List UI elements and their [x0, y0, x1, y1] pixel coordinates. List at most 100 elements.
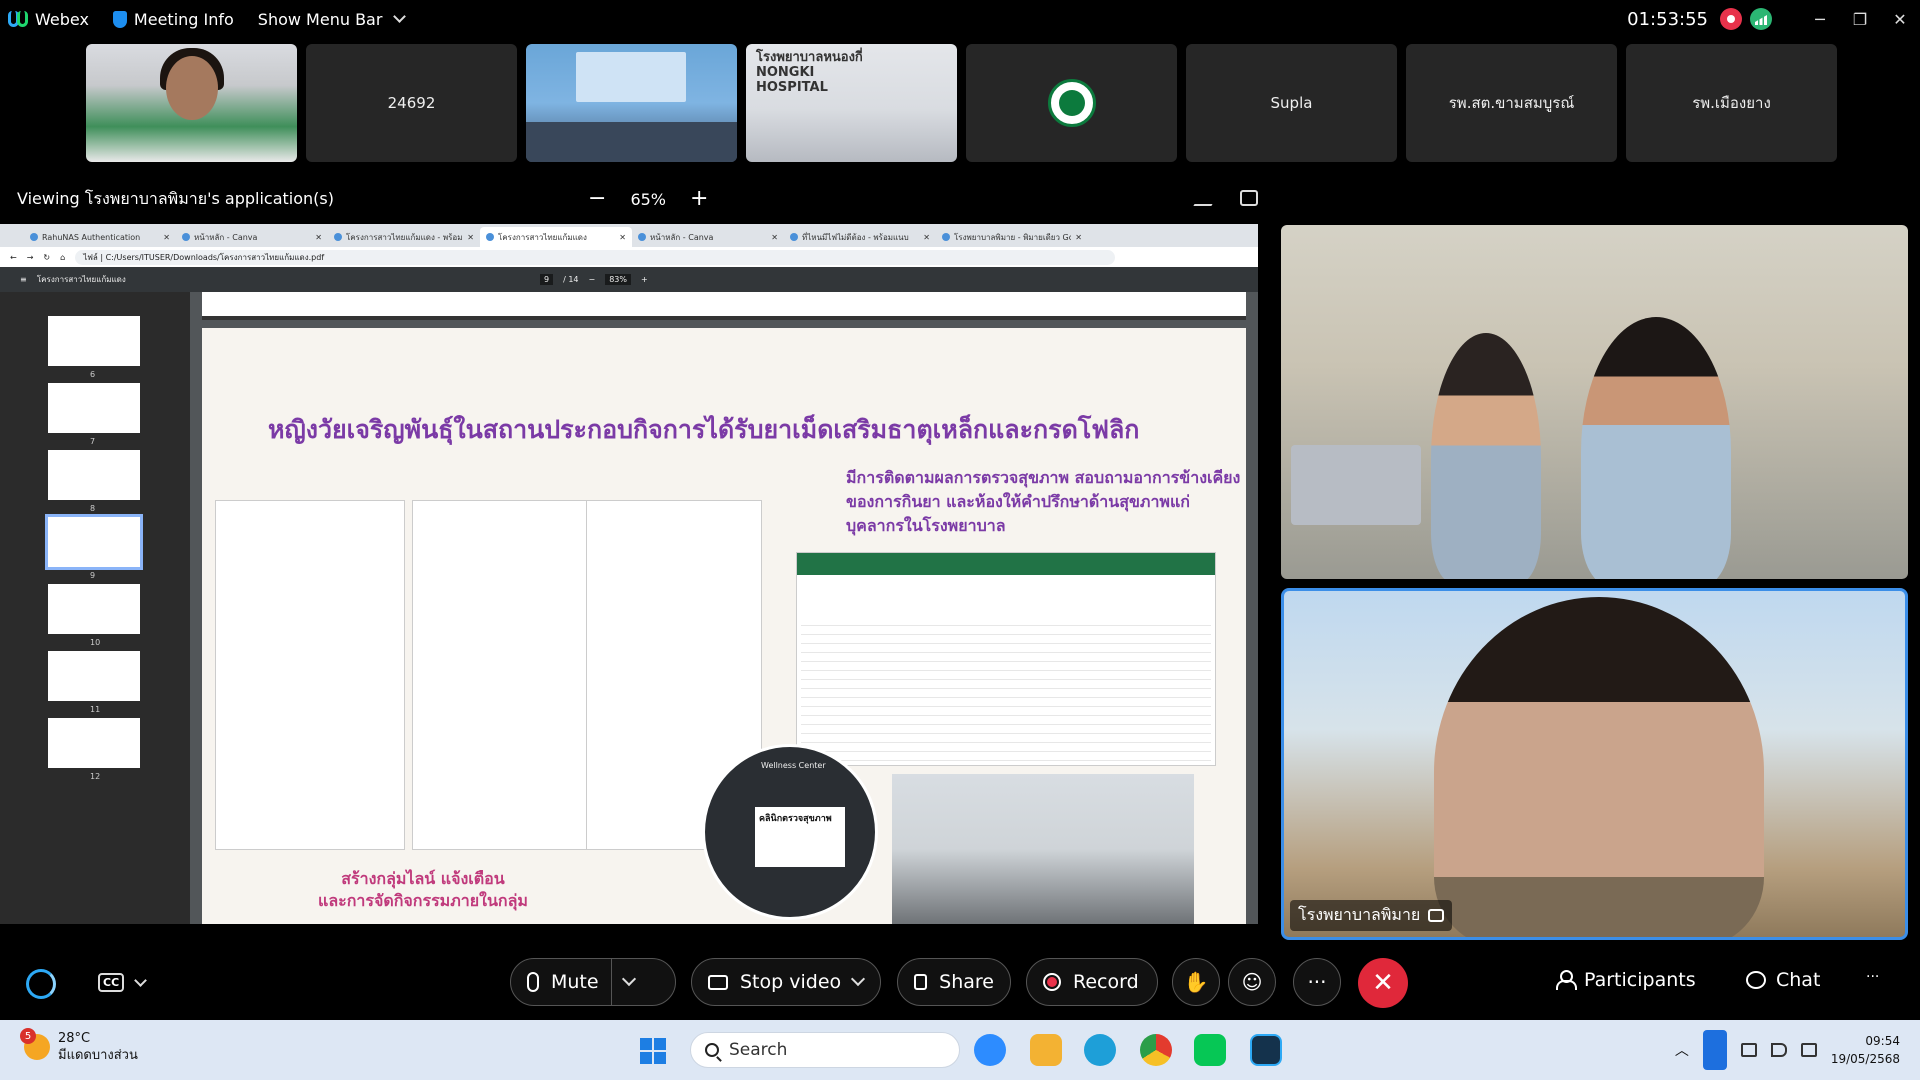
zoom-app-icon[interactable]: [974, 1034, 1006, 1066]
thumbnail-label: 7: [90, 437, 96, 446]
participant-tile[interactable]: รพ.เมืองยาง: [1626, 44, 1837, 162]
share-button[interactable]: Share: [897, 958, 1011, 1006]
browser-tab[interactable]: ที่ไหนมีไฟไม่ดีต้อง - พร้อมแนบ ✕: [784, 227, 936, 247]
webex-assistant-icon[interactable]: [26, 969, 56, 999]
page-thumbnail[interactable]: [48, 450, 140, 500]
url-field[interactable]: ไฟล์ | C:/Users/ITUSER/Downloads/โครงการ…: [75, 249, 1116, 265]
participant-tile[interactable]: 24692: [306, 44, 517, 162]
forward-icon[interactable]: →: [27, 253, 34, 262]
participant-tile[interactable]: [86, 44, 297, 162]
thumbnail-label: 11: [90, 705, 101, 714]
page-thumbnail[interactable]: [48, 718, 140, 768]
close-icon[interactable]: ✕: [467, 233, 474, 242]
network-icon[interactable]: [1740, 1043, 1757, 1057]
pdf-zoom-field[interactable]: 83%: [605, 274, 631, 285]
browser-tab[interactable]: หน้าหลัก - Canva ✕: [176, 227, 328, 247]
reload-icon[interactable]: ↻: [43, 253, 50, 262]
participant-tile[interactable]: รพ.สต.ขามสมบูรณ์: [1406, 44, 1617, 162]
restore-button[interactable]: ❐: [1840, 0, 1880, 38]
close-icon[interactable]: ✕: [1075, 233, 1082, 242]
chat-button[interactable]: Chat: [1746, 969, 1820, 991]
zoom-control: − 65% +: [588, 188, 708, 210]
page-thumbnail[interactable]: [48, 584, 140, 634]
pdf-zoom-in-button[interactable]: +: [641, 275, 648, 284]
video-tile[interactable]: [1281, 225, 1908, 579]
participants-button[interactable]: Participants: [1556, 969, 1696, 991]
divider: [610, 958, 612, 1006]
close-icon[interactable]: ✕: [923, 233, 930, 242]
network-health-icon[interactable]: [1750, 8, 1772, 30]
edge-icon[interactable]: [1084, 1034, 1116, 1066]
stop-video-button[interactable]: Stop video: [691, 958, 881, 1006]
close-icon[interactable]: ✕: [619, 233, 626, 242]
participant-tile[interactable]: [966, 44, 1177, 162]
weather-widget[interactable]: 5 28°C มีแดดบางส่วน: [20, 1028, 138, 1064]
page-number-input[interactable]: 9: [540, 274, 554, 285]
favicon-icon: [790, 233, 798, 241]
close-icon[interactable]: ✕: [315, 233, 322, 242]
annotate-icon[interactable]: [1193, 190, 1221, 206]
battery-icon[interactable]: [1800, 1043, 1817, 1057]
zoom-out-button[interactable]: −: [588, 188, 606, 210]
popout-icon[interactable]: [1240, 190, 1258, 206]
chevron-down-icon[interactable]: [621, 971, 636, 987]
participant-tile[interactable]: โรงพยาบาลหนองกี่ NONGKI HOSPITAL: [746, 44, 957, 162]
favicon-icon: [30, 233, 38, 241]
captions-button[interactable]: CC: [98, 973, 148, 992]
chevron-down-icon[interactable]: [134, 973, 148, 987]
taskbar-search[interactable]: Search: [690, 1032, 960, 1068]
participant-tile[interactable]: Supla: [1186, 44, 1397, 162]
clock[interactable]: 09:54 19/05/2568: [1831, 1032, 1900, 1068]
browser-tab[interactable]: โครงการสาวไทยแก้มแดง - พร้อมแนบ ✕: [328, 227, 480, 247]
show-menu-bar-button[interactable]: Show Menu Bar: [258, 10, 407, 29]
reactions-button[interactable]: ☺: [1228, 958, 1276, 1006]
participant-tile[interactable]: [526, 44, 737, 162]
end-call-button[interactable]: ✕: [1358, 958, 1408, 1008]
recording-indicator-icon[interactable]: [1720, 8, 1742, 30]
overflow-menu-button[interactable]: ···: [1866, 969, 1879, 985]
start-button[interactable]: [640, 1038, 666, 1064]
meeting-info-button[interactable]: Meeting Info: [112, 9, 234, 29]
line-app-icon[interactable]: [1194, 1034, 1226, 1066]
browser-tab[interactable]: RahuNAS Authentication ✕: [24, 227, 176, 247]
weather-sun-icon: 5: [20, 1028, 50, 1060]
chrome-icon[interactable]: [1140, 1034, 1172, 1066]
room-photo: [892, 774, 1194, 924]
page-thumbnail-selected[interactable]: [45, 514, 143, 570]
webex-app[interactable]: Webex: [8, 10, 89, 29]
back-icon[interactable]: ←: [10, 253, 17, 262]
browser-tab[interactable]: หน้าหลัก - Canva ✕: [632, 227, 784, 247]
pdf-toolbar: ≡ โครงการสาวไทยแก้มแดง 9 / 14 − 83% +: [0, 267, 1258, 292]
active-speaker-video[interactable]: โรงพยาบาลพิมาย: [1281, 588, 1908, 940]
mute-button[interactable]: Mute: [510, 958, 676, 1006]
weather-description: มีแดดบางส่วน: [58, 1048, 138, 1063]
chevron-up-icon[interactable]: ︿: [1675, 1040, 1689, 1060]
raise-hand-button[interactable]: ✋: [1172, 958, 1220, 1006]
browser-tab-active[interactable]: โครงการสาวไทยแก้มแดง ✕: [480, 227, 632, 247]
menu-icon[interactable]: ≡: [20, 275, 27, 284]
close-icon[interactable]: ✕: [771, 233, 778, 242]
participant-name: รพ.เมืองยาง: [1692, 94, 1771, 112]
minimize-button[interactable]: ─: [1800, 0, 1840, 38]
wellness-sign: Wellness Center: [761, 761, 826, 770]
page-thumbnail[interactable]: [48, 651, 140, 701]
page-thumbnail[interactable]: [48, 383, 140, 433]
record-button[interactable]: Record: [1026, 958, 1158, 1006]
home-icon[interactable]: ⌂: [60, 253, 65, 262]
meeting-info-label: Meeting Info: [133, 9, 234, 29]
page-thumbnail[interactable]: [48, 316, 140, 366]
webex-taskbar-icon[interactable]: [1250, 1034, 1282, 1066]
browser-tab[interactable]: โรงพยาบาลพิมาย - พิมายเดียว Goo ✕: [936, 227, 1088, 247]
thumbnail-label: 10: [90, 638, 101, 647]
spreadsheet-grid: [801, 617, 1211, 761]
zoom-in-button[interactable]: +: [690, 188, 708, 210]
file-explorer-icon[interactable]: [1030, 1034, 1062, 1066]
clinic-sign: คลินิกตรวจสุขภาพ: [755, 807, 845, 867]
close-window-button[interactable]: ✕: [1880, 0, 1920, 38]
close-icon[interactable]: ✕: [163, 233, 170, 242]
chevron-down-icon[interactable]: [851, 971, 866, 987]
more-options-button[interactable]: ···: [1293, 958, 1341, 1006]
pdf-zoom-out-button[interactable]: −: [589, 275, 596, 284]
microphone-in-use-icon[interactable]: [1702, 1030, 1727, 1070]
volume-icon[interactable]: [1770, 1043, 1787, 1057]
